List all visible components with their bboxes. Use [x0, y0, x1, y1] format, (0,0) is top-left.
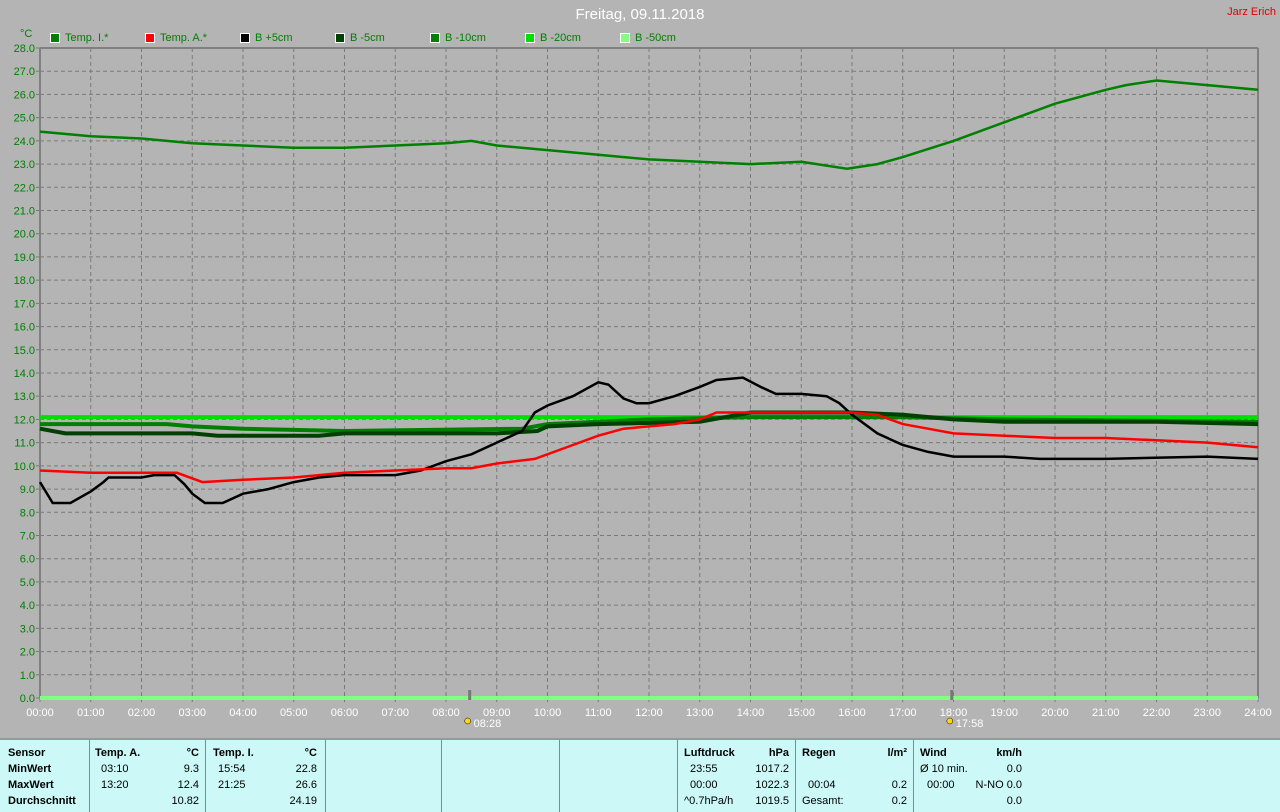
- rain-unit: l/m²: [887, 747, 907, 759]
- y-tick-label: 16.0: [14, 322, 35, 334]
- wind-avg-label: Ø 10 min.: [920, 763, 968, 775]
- wind-max-time: 00:00: [927, 779, 955, 791]
- temp-i-max: 26.6: [295, 779, 317, 791]
- y-tick-label: 17.0: [14, 298, 35, 310]
- temp-i-min: 22.8: [295, 763, 317, 775]
- y-tick-label: 22.0: [14, 182, 35, 194]
- temp-i-unit: °C: [304, 747, 317, 759]
- x-tick-label: 20:00: [1041, 707, 1069, 719]
- temp-a-min-time: 03:10: [101, 763, 129, 775]
- x-tick-label: 19:00: [990, 707, 1018, 719]
- pressure-max: 1022.3: [755, 779, 789, 791]
- temp-a-unit: °C: [186, 747, 199, 759]
- avg-label: Durchschnitt: [8, 795, 76, 807]
- y-tick-label: 25.0: [14, 113, 35, 125]
- y-tick-label: 10.0: [14, 461, 35, 473]
- y-tick-label: 27.0: [14, 66, 35, 78]
- pressure-max-time: 00:00: [690, 779, 718, 791]
- temp-i-avg: 24.19: [289, 795, 317, 807]
- temp-i-min-time: 15:54: [218, 763, 246, 775]
- y-tick-label: 11.0: [14, 438, 35, 450]
- rain-header: Regen: [802, 747, 836, 759]
- y-tick-label: 8.0: [20, 507, 35, 519]
- wind-header: Wind: [920, 747, 947, 759]
- sunset-icon: [946, 717, 954, 725]
- pressure-min: 1017.2: [755, 763, 789, 775]
- y-tick-label: 4.0: [20, 600, 35, 612]
- y-tick-label: 3.0: [20, 623, 35, 635]
- max-label: MaxWert: [8, 779, 54, 791]
- temp-a-max: 12.4: [177, 779, 199, 791]
- x-tick-label: 14:00: [737, 707, 765, 719]
- x-tick-label: 04:00: [229, 707, 257, 719]
- y-tick-label: 21.0: [14, 206, 35, 218]
- stats-panel: Sensor MinWert MaxWert Durchschnitt Temp…: [0, 738, 1280, 812]
- wind-avg: 0.0: [1006, 763, 1022, 775]
- y-tick-label: 5.0: [20, 577, 35, 589]
- x-tick-label: 00:00: [26, 707, 54, 719]
- y-tick-label: 20.0: [14, 229, 35, 241]
- pressure-header: Luftdruck: [684, 747, 735, 759]
- x-tick-label: 01:00: [77, 707, 105, 719]
- temp-i-max-time: 21:25: [218, 779, 246, 791]
- x-tick-label: 22:00: [1143, 707, 1171, 719]
- rain-total: 0.2: [891, 795, 907, 807]
- rain-max: 0.2: [891, 779, 907, 791]
- sunset-marker-label: 17:58: [956, 718, 984, 730]
- x-tick-label: 10:00: [534, 707, 562, 719]
- wind-max: N-NO 0.0: [975, 779, 1022, 791]
- pressure-current: 1019.5: [755, 795, 789, 807]
- sunrise-marker-label: 08:28: [474, 718, 502, 730]
- pressure-min-time: 23:55: [690, 763, 718, 775]
- temp-a-avg: 10.82: [171, 795, 199, 807]
- temp-i-header: Temp. I.: [213, 747, 254, 759]
- temp-a-header: Temp. A.: [95, 747, 141, 759]
- rain-total-label: Gesamt:: [802, 795, 844, 807]
- y-tick-label: 6.0: [20, 554, 35, 566]
- x-tick-label: 06:00: [331, 707, 359, 719]
- wind-gust: 0.0: [1006, 795, 1022, 807]
- x-tick-label: 07:00: [381, 707, 409, 719]
- chart-area: °C 0.0 1.0 2.0 3.0 4.0 5.0 6.0 7.0 8.0 9.0 10.0 11.0…: [14, 28, 1272, 730]
- x-tick-label: 15:00: [787, 707, 815, 719]
- x-tick-label: 05:00: [280, 707, 308, 719]
- x-tick-label: 17:00: [889, 707, 917, 719]
- x-tick-label: 11:00: [585, 707, 612, 719]
- y-tick-label: 24.0: [14, 136, 35, 148]
- y-tick-label: 12.0: [14, 414, 35, 426]
- y-tick-label: 23.0: [14, 159, 35, 171]
- x-tick-label: 13:00: [686, 707, 714, 719]
- rain-max-time: 00:04: [808, 779, 836, 791]
- x-tick-label: 23:00: [1193, 707, 1221, 719]
- y-tick-label: 19.0: [14, 252, 35, 264]
- y-tick-label: 18.0: [14, 275, 35, 287]
- pressure-unit: hPa: [768, 747, 789, 759]
- y-tick-label: 7.0: [20, 531, 35, 543]
- wind-unit: km/h: [996, 747, 1022, 759]
- x-tick-label: 03:00: [178, 707, 206, 719]
- x-tick-label: 12:00: [635, 707, 663, 719]
- pressure-trend: ^0.7hPa/h: [684, 795, 734, 807]
- y-tick-label: 9.0: [20, 484, 35, 496]
- y-tick-label: 2.0: [20, 647, 35, 659]
- temp-a-max-time: 13:20: [101, 779, 129, 791]
- y-tick-label: 0.0: [20, 693, 35, 705]
- y-tick-label: 15.0: [14, 345, 35, 357]
- y-tick-label: 26.0: [14, 89, 35, 101]
- y-axis-unit: °C: [20, 28, 32, 40]
- temp-a-min: 9.3: [183, 763, 199, 775]
- x-tick-label: 24:00: [1244, 707, 1272, 719]
- sensor-label: Sensor: [8, 747, 46, 759]
- sunrise-icon: [464, 717, 471, 725]
- y-tick-label: 28.0: [14, 43, 35, 55]
- x-tick-label: 21:00: [1092, 707, 1120, 719]
- min-label: MinWert: [8, 763, 52, 775]
- x-tick-label: 02:00: [128, 707, 156, 719]
- y-tick-label: 1.0: [20, 670, 35, 682]
- y-tick-label: 13.0: [14, 391, 35, 403]
- x-tick-label: 08:00: [432, 707, 460, 719]
- y-tick-label: 14.0: [14, 368, 35, 380]
- x-tick-label: 16:00: [838, 707, 866, 719]
